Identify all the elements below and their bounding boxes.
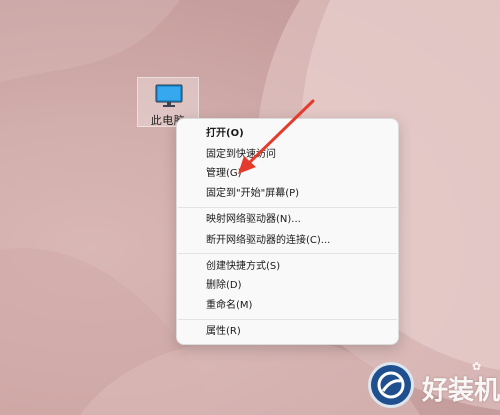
menu-item-manage[interactable]: 管理(G) (206, 167, 242, 181)
desktop: 此电脑 打开(O) 固定到快速访问 管理(G) 固定到"开始"屏幕(P) 映射网… (0, 0, 500, 415)
menu-item-rename[interactable]: 重命名(M) (206, 299, 252, 313)
menu-item-create-shortcut[interactable]: 创建快捷方式(S) (206, 260, 280, 274)
menu-item-pin-quick-access[interactable]: 固定到快速访问 (206, 148, 276, 162)
menu-separator (178, 253, 397, 254)
menu-item-pin-start[interactable]: 固定到"开始"屏幕(P) (206, 187, 299, 201)
blue-circle-logo (368, 362, 414, 408)
menu-item-disconnect-network-drive[interactable]: 断开网络驱动器的连接(C)... (206, 234, 330, 248)
menu-separator (178, 319, 397, 320)
menu-item-properties[interactable]: 属性(R) (206, 325, 241, 339)
menu-item-open[interactable]: 打开(O) (206, 127, 244, 141)
watermark-text: 好装机 (422, 376, 500, 406)
paw-icon: ✿ (472, 360, 482, 373)
menu-item-delete[interactable]: 删除(D) (206, 279, 242, 293)
monitor-icon (155, 84, 183, 107)
watermark-badge: 好装机 ✿ (360, 352, 500, 415)
logo-mark-icon (377, 371, 405, 399)
context-menu: 打开(O) 固定到快速访问 管理(G) 固定到"开始"屏幕(P) 映射网络驱动器… (176, 118, 399, 345)
menu-separator (178, 207, 397, 208)
menu-item-map-network-drive[interactable]: 映射网络驱动器(N)... (206, 213, 301, 227)
